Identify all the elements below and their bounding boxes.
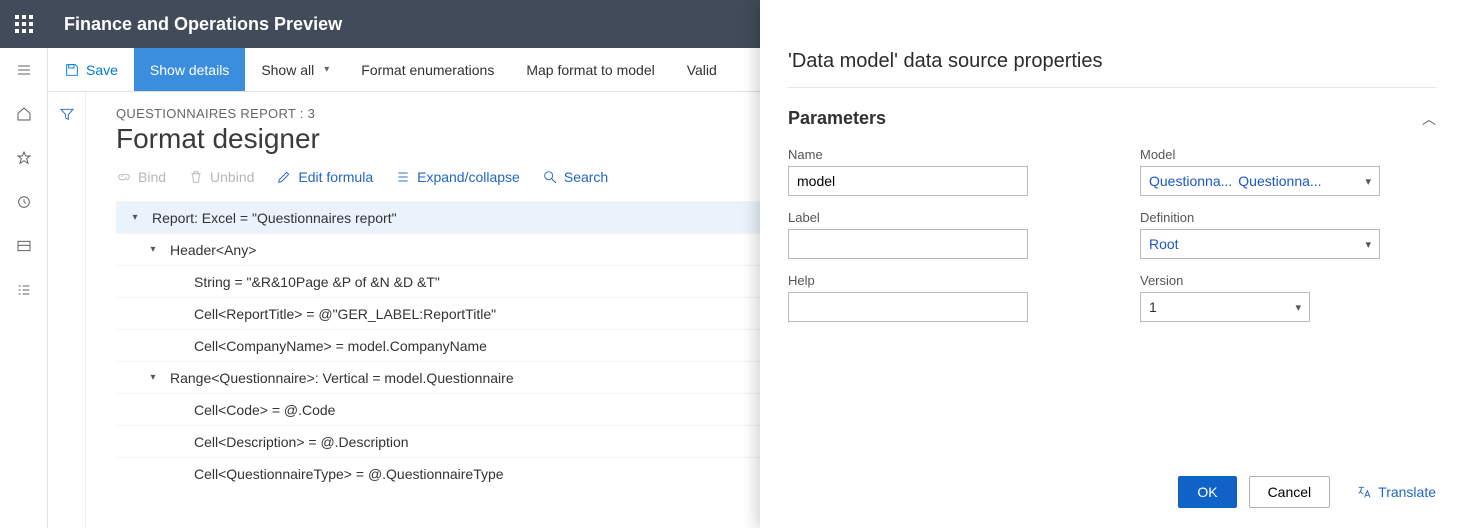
tree-toggle-icon[interactable]: ▾ — [146, 372, 160, 383]
chevron-down-icon: ▾ — [1365, 238, 1371, 251]
tree-label: Cell<Code> = @.Code — [194, 402, 335, 418]
tree-label: Cell<CompanyName> = model.CompanyName — [194, 338, 487, 354]
bind-button[interactable]: Bind — [116, 169, 166, 185]
map-format-button[interactable]: Map format to model — [510, 48, 670, 91]
version-select[interactable]: 1 ▾ — [1140, 292, 1310, 322]
list-icon — [395, 169, 411, 185]
translate-button[interactable]: Translate — [1356, 484, 1436, 500]
app-launcher-icon[interactable] — [0, 0, 48, 48]
recent-icon[interactable] — [0, 180, 48, 224]
save-icon — [64, 62, 80, 78]
pencil-icon — [276, 169, 292, 185]
tree-label: Report: Excel = "Questionnaires report" — [152, 210, 397, 226]
app-title: Finance and Operations Preview — [48, 14, 342, 35]
chevron-down-icon: ▾ — [1295, 301, 1301, 314]
star-icon[interactable] — [0, 136, 48, 180]
save-button[interactable]: Save — [48, 48, 134, 91]
definition-select[interactable]: Root ▾ — [1140, 229, 1380, 259]
model-select[interactable]: Questionna... Questionna... ▾ — [1140, 166, 1380, 196]
properties-panel: 'Data model' data source properties Para… — [760, 0, 1464, 528]
expand-collapse-button[interactable]: Expand/collapse — [395, 169, 520, 185]
label-input[interactable] — [788, 229, 1028, 259]
chevron-down-icon: ▾ — [324, 64, 329, 75]
label-label: Label — [788, 210, 1084, 225]
trash-icon — [188, 169, 204, 185]
tree-search-button[interactable]: Search — [542, 169, 608, 185]
tree-label: Cell<ReportTitle> = @"GER_LABEL:ReportTi… — [194, 306, 496, 322]
hamburger-icon[interactable] — [0, 48, 48, 92]
help-input[interactable] — [788, 292, 1028, 322]
filter-icon[interactable] — [59, 106, 75, 122]
tree-toggle-icon[interactable]: ▾ — [146, 244, 160, 255]
show-all-button[interactable]: Show all▾ — [245, 48, 345, 91]
validate-button[interactable]: Valid — [671, 48, 733, 91]
model-label: Model — [1140, 147, 1436, 162]
name-label: Name — [788, 147, 1084, 162]
left-nav-rail — [0, 48, 48, 528]
translate-icon — [1356, 484, 1372, 500]
ok-button[interactable]: OK — [1178, 476, 1236, 508]
home-icon[interactable] — [0, 92, 48, 136]
definition-label: Definition — [1140, 210, 1436, 225]
tree-toggle-icon[interactable]: ▾ — [128, 212, 142, 223]
tree-label: Range<Questionnaire>: Vertical = model.Q… — [170, 370, 514, 386]
edit-formula-button[interactable]: Edit formula — [276, 169, 373, 185]
link-icon — [116, 169, 132, 185]
name-input[interactable] — [788, 166, 1028, 196]
cancel-button[interactable]: Cancel — [1249, 476, 1331, 508]
show-details-button[interactable]: Show details — [134, 48, 245, 91]
version-label: Version — [1140, 273, 1436, 288]
workspaces-icon[interactable] — [0, 224, 48, 268]
chevron-down-icon: ▾ — [1365, 175, 1371, 188]
tree-label: Cell<Description> = @.Description — [194, 434, 409, 450]
unbind-button[interactable]: Unbind — [188, 169, 254, 185]
save-label: Save — [86, 62, 118, 78]
search-icon — [542, 169, 558, 185]
tree-label: Cell<QuestionnaireType> = @.Questionnair… — [194, 466, 504, 482]
chevron-up-icon: ︿ — [1422, 109, 1436, 129]
modules-icon[interactable] — [0, 268, 48, 312]
tree-label: Header<Any> — [170, 242, 256, 258]
parameters-section-header[interactable]: Parameters ︿ — [788, 108, 1436, 129]
tree-label: String = "&R&10Page &P of &N &D &T" — [194, 274, 440, 290]
panel-title: 'Data model' data source properties — [788, 50, 1436, 73]
help-label: Help — [788, 273, 1084, 288]
format-enumerations-button[interactable]: Format enumerations — [345, 48, 510, 91]
